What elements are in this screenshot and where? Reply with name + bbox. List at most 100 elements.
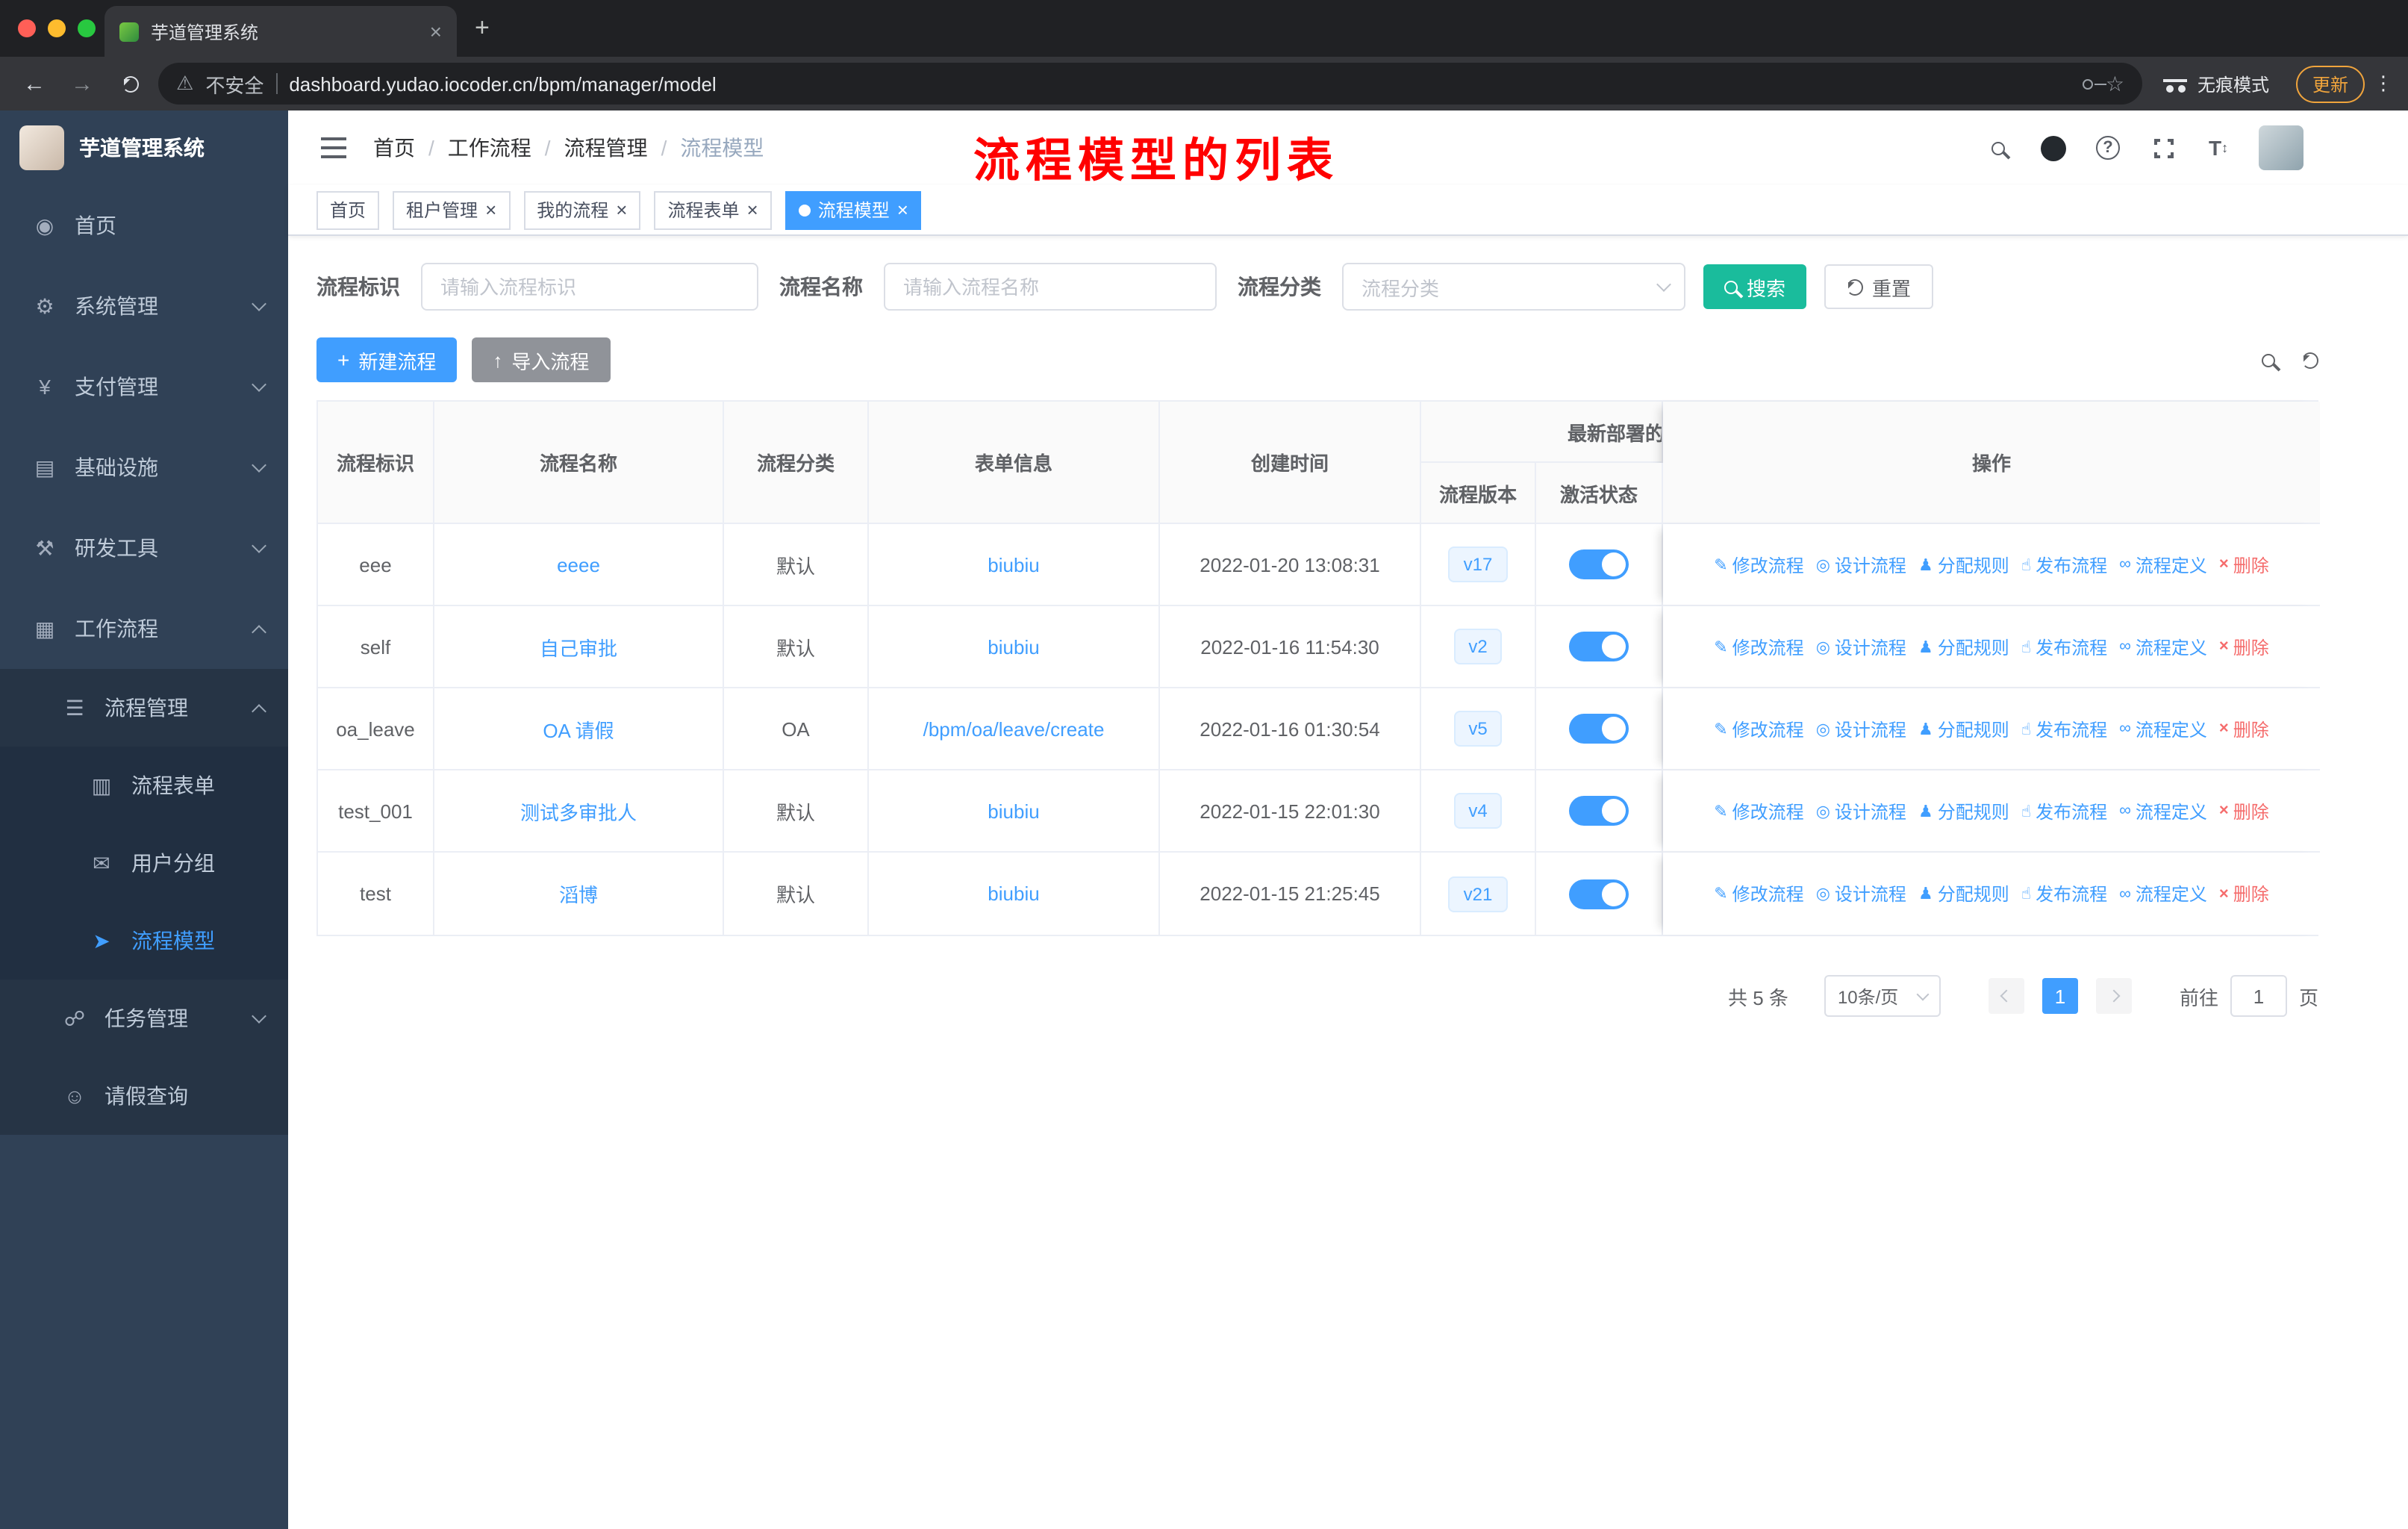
- action-edit-process[interactable]: 修改流程: [1714, 552, 1804, 577]
- url-text[interactable]: dashboard.yudao.iocoder.cn/bpm/manager/m…: [289, 72, 2071, 95]
- action-design-process[interactable]: 设计流程: [1816, 552, 1906, 577]
- tag-process-form[interactable]: 流程表单: [654, 190, 772, 229]
- active-toggle[interactable]: [1569, 879, 1629, 909]
- sidebar-item-process-form[interactable]: 流程表单: [0, 747, 288, 824]
- search-icon[interactable]: [1983, 133, 2012, 163]
- tag-tenant[interactable]: 租户管理: [393, 190, 511, 229]
- action-process-definition[interactable]: 流程定义: [2119, 798, 2207, 823]
- bookmark-star-icon[interactable]: [2106, 71, 2124, 96]
- close-window-button[interactable]: [18, 19, 36, 37]
- close-icon[interactable]: [616, 199, 627, 221]
- action-delete[interactable]: 删除: [2219, 634, 2269, 659]
- breadcrumb-workflow[interactable]: 工作流程: [448, 133, 531, 163]
- active-toggle[interactable]: [1569, 632, 1629, 661]
- category-select[interactable]: 流程分类: [1342, 263, 1685, 311]
- process-name-input[interactable]: [884, 263, 1217, 311]
- action-edit-process[interactable]: 修改流程: [1714, 716, 1804, 741]
- action-design-process[interactable]: 设计流程: [1816, 634, 1906, 659]
- back-button[interactable]: [15, 71, 54, 96]
- sidebar-item-process-management[interactable]: 流程管理: [0, 669, 288, 747]
- minimize-window-button[interactable]: [48, 19, 66, 37]
- form-info-link[interactable]: biubiu: [869, 524, 1160, 606]
- process-name-link[interactable]: 滔博: [434, 853, 724, 935]
- action-assign-rule[interactable]: 分配规则: [1918, 634, 2009, 659]
- table-refresh-icon[interactable]: [2302, 352, 2318, 368]
- action-delete[interactable]: 删除: [2219, 798, 2269, 823]
- github-icon[interactable]: [2038, 133, 2068, 163]
- action-edit-process[interactable]: 修改流程: [1714, 798, 1804, 823]
- form-info-link[interactable]: biubiu: [869, 606, 1160, 688]
- process-name-link[interactable]: eeee: [434, 524, 724, 606]
- action-assign-rule[interactable]: 分配规则: [1918, 552, 2009, 577]
- forward-button[interactable]: [63, 71, 102, 96]
- action-publish-process[interactable]: 发布流程: [2021, 716, 2107, 741]
- next-page-button[interactable]: [2095, 978, 2132, 1014]
- sidebar-item-user-group[interactable]: 用户分组: [0, 824, 288, 902]
- tag-home[interactable]: 首页: [316, 190, 380, 229]
- tag-my-process[interactable]: 我的流程: [523, 190, 641, 229]
- table-search-icon[interactable]: [2262, 353, 2275, 367]
- reload-button[interactable]: [110, 75, 149, 92]
- hamburger-icon[interactable]: [321, 137, 346, 158]
- action-assign-rule[interactable]: 分配规则: [1918, 798, 2009, 823]
- action-process-definition[interactable]: 流程定义: [2119, 716, 2207, 741]
- page-size-select[interactable]: 10条/页: [1824, 975, 1941, 1017]
- tab-close-icon[interactable]: [430, 19, 442, 43]
- action-assign-rule[interactable]: 分配规则: [1918, 716, 2009, 741]
- action-assign-rule[interactable]: 分配规则: [1918, 881, 2009, 906]
- zoom-window-button[interactable]: [78, 19, 96, 37]
- sidebar-item-devtools[interactable]: 研发工具: [0, 508, 288, 588]
- action-design-process[interactable]: 设计流程: [1816, 716, 1906, 741]
- process-name-link[interactable]: 测试多审批人: [434, 770, 724, 853]
- process-name-link[interactable]: 自己审批: [434, 606, 724, 688]
- browser-tab[interactable]: 芋道管理系统: [105, 6, 457, 57]
- current-page-button[interactable]: 1: [2042, 978, 2078, 1014]
- help-icon[interactable]: [2093, 133, 2123, 163]
- sidebar-item-process-model[interactable]: 流程模型: [0, 902, 288, 980]
- action-publish-process[interactable]: 发布流程: [2021, 552, 2107, 577]
- action-process-definition[interactable]: 流程定义: [2119, 881, 2207, 906]
- action-delete[interactable]: 删除: [2219, 552, 2269, 577]
- sidebar-item-payment[interactable]: 支付管理: [0, 346, 288, 427]
- fullscreen-icon[interactable]: [2148, 133, 2178, 163]
- browser-menu-icon[interactable]: [2374, 72, 2393, 96]
- reset-button[interactable]: 重置: [1824, 264, 1934, 309]
- sidebar-item-infrastructure[interactable]: 基础设施: [0, 427, 288, 508]
- search-button[interactable]: 搜索: [1703, 264, 1807, 309]
- create-process-button[interactable]: 新建流程: [316, 337, 458, 382]
- form-info-link[interactable]: biubiu: [869, 853, 1160, 935]
- import-process-button[interactable]: 导入流程: [472, 337, 611, 382]
- action-design-process[interactable]: 设计流程: [1816, 881, 1906, 906]
- close-icon[interactable]: [485, 199, 496, 221]
- address-bar[interactable]: 不安全 dashboard.yudao.iocoder.cn/bpm/manag…: [158, 63, 2142, 105]
- form-info-link[interactable]: /bpm/oa/leave/create: [869, 688, 1160, 770]
- font-size-icon[interactable]: [2203, 133, 2233, 163]
- tag-process-model[interactable]: 流程模型: [785, 190, 922, 229]
- sidebar-item-home[interactable]: 首页: [0, 185, 288, 266]
- action-design-process[interactable]: 设计流程: [1816, 798, 1906, 823]
- active-toggle[interactable]: [1569, 549, 1629, 579]
- breadcrumb-process-management[interactable]: 流程管理: [564, 133, 648, 163]
- form-info-link[interactable]: biubiu: [869, 770, 1160, 853]
- sidebar-item-system[interactable]: 系统管理: [0, 266, 288, 346]
- sidebar-item-task-management[interactable]: 任务管理: [0, 980, 288, 1057]
- active-toggle[interactable]: [1569, 714, 1629, 744]
- action-delete[interactable]: 删除: [2219, 881, 2269, 906]
- sidebar-item-leave-query[interactable]: 请假查询: [0, 1057, 288, 1135]
- user-avatar[interactable]: [2259, 125, 2303, 170]
- action-process-definition[interactable]: 流程定义: [2119, 552, 2207, 577]
- close-icon[interactable]: [747, 199, 758, 221]
- active-toggle[interactable]: [1569, 796, 1629, 826]
- browser-update-button[interactable]: 更新: [2295, 65, 2365, 102]
- close-icon[interactable]: [897, 199, 908, 221]
- new-tab-button[interactable]: [475, 13, 490, 43]
- action-publish-process[interactable]: 发布流程: [2021, 634, 2107, 659]
- action-publish-process[interactable]: 发布流程: [2021, 798, 2107, 823]
- prev-page-button[interactable]: [1988, 978, 2024, 1014]
- process-key-input[interactable]: [421, 263, 758, 311]
- action-delete[interactable]: 删除: [2219, 716, 2269, 741]
- sidebar-item-workflow[interactable]: 工作流程: [0, 588, 288, 669]
- goto-page-input[interactable]: [2230, 975, 2287, 1017]
- action-process-definition[interactable]: 流程定义: [2119, 634, 2207, 659]
- action-edit-process[interactable]: 修改流程: [1714, 881, 1804, 906]
